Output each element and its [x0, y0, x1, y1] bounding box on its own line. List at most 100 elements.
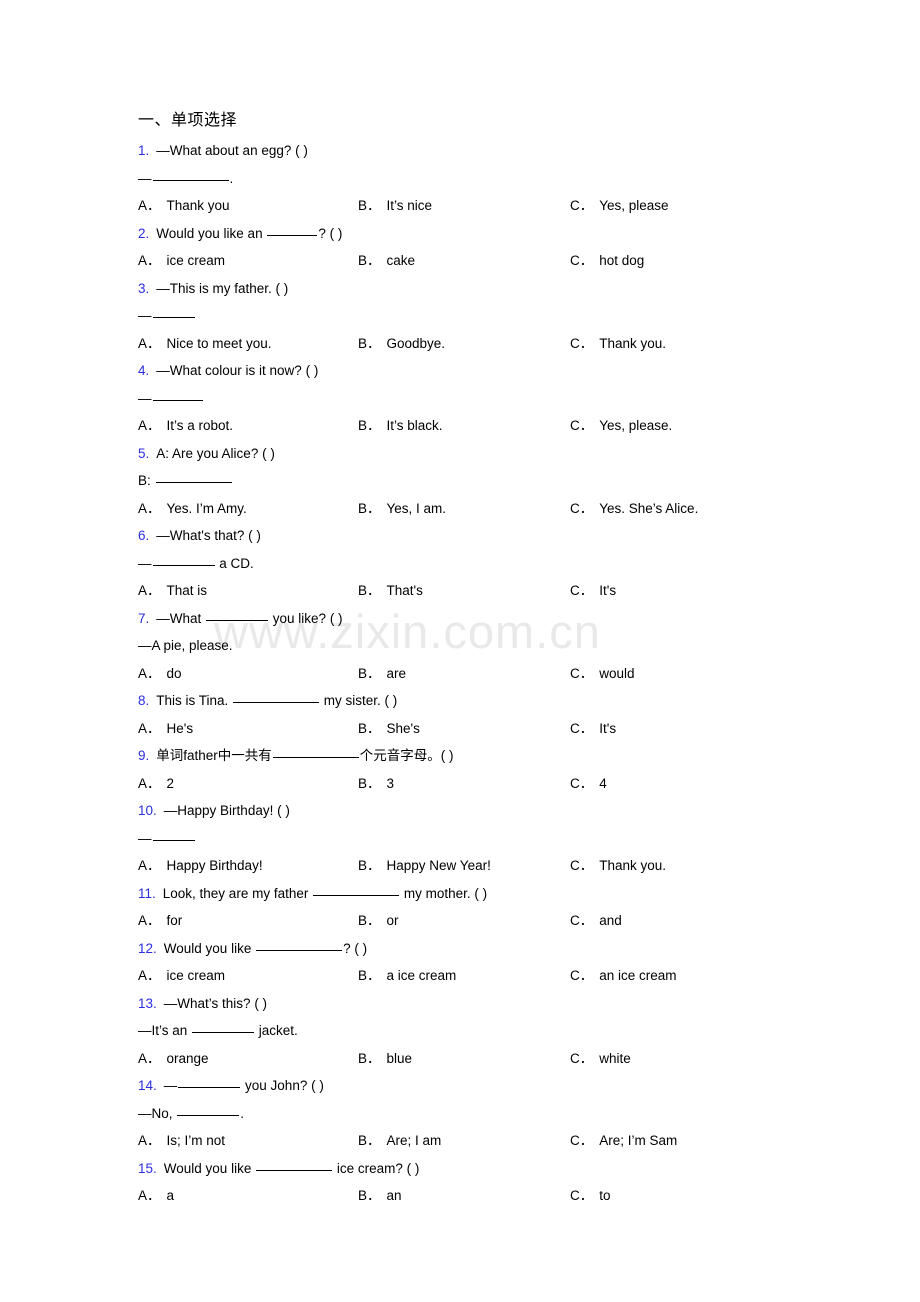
option-text: Are; I’m Sam [599, 1133, 678, 1148]
option-text: It’s a robot. [166, 418, 234, 433]
option-c[interactable]: C． Yes. She’s Alice. [570, 495, 830, 523]
option-a[interactable]: A． 2 [138, 770, 358, 798]
option-b[interactable]: B． blue [358, 1045, 570, 1073]
option-a[interactable]: A． for [138, 907, 358, 935]
question-stem: 2. Would you like an ? ( ) [138, 220, 838, 248]
option-c[interactable]: C． and [570, 907, 830, 935]
option-letter: C． [570, 418, 594, 433]
answer-blank[interactable] [178, 1076, 241, 1088]
option-a[interactable]: A． a [138, 1182, 358, 1210]
option-row: A． That is B． That's C． It's [138, 577, 838, 605]
question-number: 14. [138, 1078, 157, 1093]
option-text: are [386, 665, 407, 681]
option-a[interactable]: A． He's [138, 715, 358, 743]
answer-blank[interactable] [206, 609, 269, 621]
questions-body: 1. —What about an egg? ( ) —. A． Thank you B．… [138, 137, 838, 1210]
option-a[interactable]: A． ice cream [138, 247, 358, 275]
option-b[interactable]: B． That's [358, 577, 570, 605]
option-text: would [599, 665, 635, 681]
option-letter: A． [138, 1133, 161, 1148]
option-a[interactable]: A． Nice to meet you. [138, 330, 358, 358]
option-a[interactable]: A． Yes. I’m Amy. [138, 495, 358, 523]
option-b[interactable]: B． are [358, 660, 570, 688]
option-c[interactable]: C． Thank you. [570, 852, 830, 880]
option-a[interactable]: A． ice cream [138, 962, 358, 990]
option-letter: C． [570, 858, 594, 873]
option-a[interactable]: A． It’s a robot. [138, 412, 358, 440]
option-b[interactable]: B． Goodbye. [358, 330, 570, 358]
answer-blank[interactable] [192, 1021, 255, 1033]
option-c[interactable]: C． It's [570, 577, 830, 605]
answer-blank[interactable] [272, 746, 359, 758]
option-text: orange [166, 1050, 209, 1066]
option-c[interactable]: C． hot dog [570, 247, 830, 275]
option-letter: C． [570, 1133, 594, 1148]
option-row: A． Nice to meet you. B． Goodbye. C． Thank you… [138, 330, 838, 358]
option-b[interactable]: B． It’s black. [358, 412, 570, 440]
option-a[interactable]: A． orange [138, 1045, 358, 1073]
question-stem: 12. Would you like ? ( ) [138, 935, 838, 963]
option-b[interactable]: B． Happy New Year! [358, 852, 570, 880]
option-letter: A． [138, 253, 161, 268]
option-letter: C． [570, 665, 594, 681]
question-response-line: — [138, 825, 838, 853]
option-letter: A． [138, 198, 161, 213]
option-b[interactable]: B． an [358, 1182, 570, 1210]
option-b[interactable]: B． cake [358, 247, 570, 275]
option-a[interactable]: A． Is; I’m not [138, 1127, 358, 1155]
option-row: A． It’s a robot. B． It’s black. C． Yes, pleas… [138, 412, 838, 440]
option-a[interactable]: A． do [138, 660, 358, 688]
answer-blank[interactable] [267, 224, 318, 236]
response-text-after-blank: . [229, 170, 234, 186]
option-letter: A． [138, 583, 161, 598]
question-text-before-blank: 单词father中一共有 [156, 748, 272, 763]
option-c[interactable]: C． Yes, please [570, 192, 830, 220]
option-b[interactable]: B． It’s nice [358, 192, 570, 220]
option-c[interactable]: C． It's [570, 715, 830, 743]
option-a[interactable]: A． That is [138, 577, 358, 605]
option-c[interactable]: C． would [570, 660, 830, 688]
question-text: —What colour is it now? ( ) [156, 363, 319, 378]
option-b[interactable]: B． Are; I am [358, 1127, 570, 1155]
option-b[interactable]: B． or [358, 907, 570, 935]
answer-blank[interactable] [256, 1159, 333, 1171]
option-c[interactable]: C． 4 [570, 770, 830, 798]
option-text: Are; I am [386, 1133, 442, 1148]
option-b[interactable]: B． 3 [358, 770, 570, 798]
option-row: A． 2 B． 3 C． 4 [138, 770, 838, 798]
answer-blank[interactable] [256, 939, 343, 951]
option-b[interactable]: B． Yes, I am. [358, 495, 570, 523]
question-stem: 14. — you John? ( ) [138, 1072, 838, 1100]
option-c[interactable]: C． Are; I’m Sam [570, 1127, 830, 1155]
answer-blank[interactable] [313, 884, 400, 896]
option-c[interactable]: C． white [570, 1045, 830, 1073]
option-b[interactable]: B． She's [358, 715, 570, 743]
answer-blank[interactable] [177, 1104, 240, 1116]
question-stem: 1. —What about an egg? ( ) [138, 137, 838, 165]
answer-blank[interactable] [233, 691, 320, 703]
answer-blank[interactable] [152, 389, 203, 401]
option-letter: B． [358, 665, 381, 681]
question-stem: 9. 单词father中一共有 个元音字母。( ) [138, 742, 838, 770]
option-c[interactable]: C． an ice cream [570, 962, 830, 990]
option-row: A． Thank you B． It’s nice C． Yes, please [138, 192, 838, 220]
answer-blank[interactable] [152, 169, 229, 181]
option-c[interactable]: C． Thank you. [570, 330, 830, 358]
question-stem: 4. —What colour is it now? ( ) [138, 357, 838, 385]
option-letter: B． [358, 500, 381, 516]
option-a[interactable]: A． Thank you [138, 192, 358, 220]
question-stem: 11. Look, they are my father my mother. (… [138, 880, 838, 908]
option-c[interactable]: C． Yes, please. [570, 412, 830, 440]
question-text-before-blank: —What [156, 610, 206, 626]
answer-blank[interactable] [152, 306, 195, 318]
answer-blank[interactable] [155, 471, 232, 483]
option-letter: B． [358, 858, 381, 873]
question-stem: 6. —What's that? ( ) [138, 522, 838, 550]
option-b[interactable]: B． a ice cream [358, 962, 570, 990]
option-c[interactable]: C． to [570, 1182, 830, 1210]
answer-blank[interactable] [152, 829, 195, 841]
option-a[interactable]: A． Happy Birthday! [138, 852, 358, 880]
option-row: A． He's B． She's C． It's [138, 715, 838, 743]
answer-blank[interactable] [152, 554, 215, 566]
question-stem: 15. Would you like ice cream? ( ) [138, 1155, 838, 1183]
